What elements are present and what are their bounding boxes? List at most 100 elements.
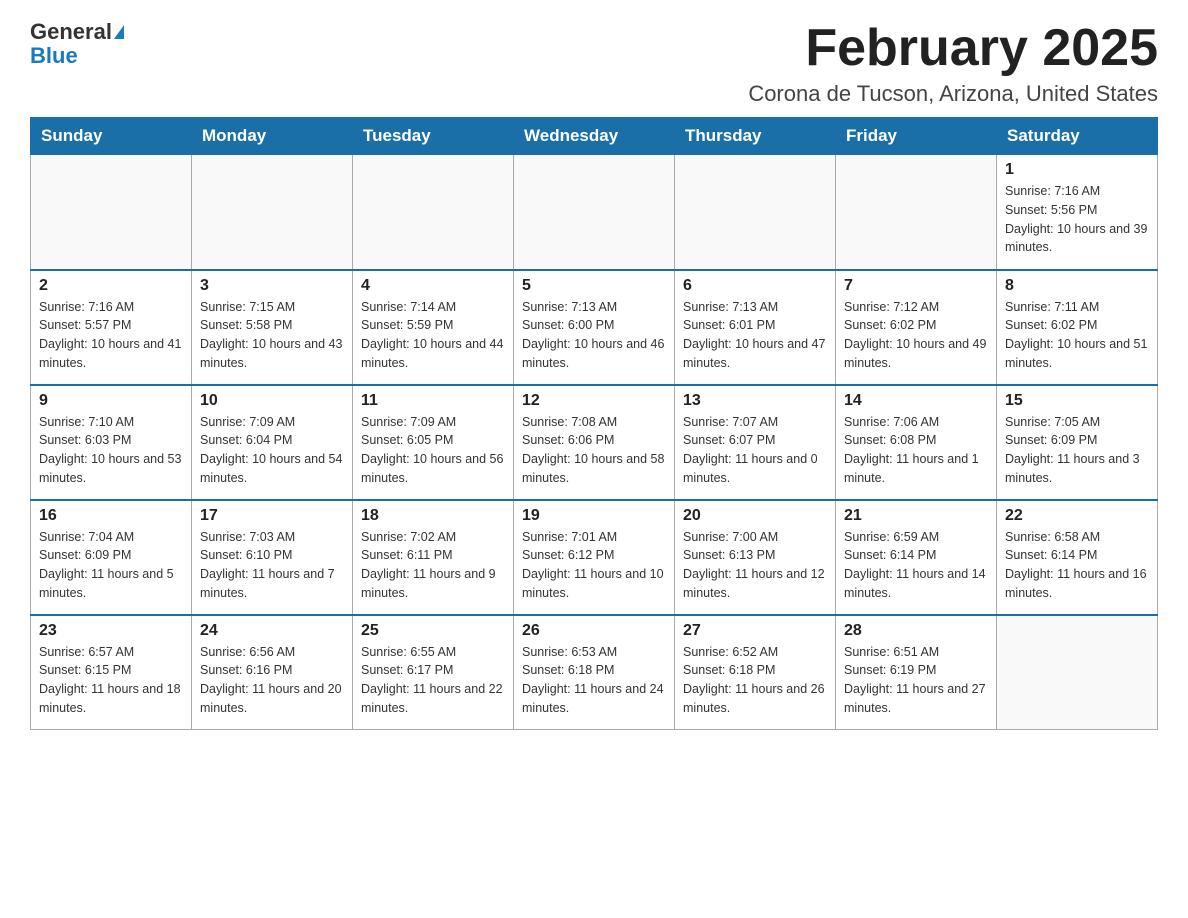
calendar-header-row: SundayMondayTuesdayWednesdayThursdayFrid… — [31, 118, 1158, 155]
calendar-header-monday: Monday — [192, 118, 353, 155]
day-number: 9 — [39, 392, 183, 410]
day-number: 16 — [39, 507, 183, 525]
day-number: 25 — [361, 622, 505, 640]
day-info: Sunrise: 7:10 AM Sunset: 6:03 PM Dayligh… — [39, 413, 183, 488]
calendar-cell: 23 Sunrise: 6:57 AM Sunset: 6:15 PM Dayli… — [31, 615, 192, 730]
day-number: 2 — [39, 277, 183, 295]
day-number: 11 — [361, 392, 505, 410]
calendar-cell: 12 Sunrise: 7:08 AM Sunset: 6:06 PM Dayli… — [514, 385, 675, 500]
calendar-week-row: 23 Sunrise: 6:57 AM Sunset: 6:15 PM Dayli… — [31, 615, 1158, 730]
day-number: 22 — [1005, 507, 1149, 525]
day-number: 28 — [844, 622, 988, 640]
day-number: 3 — [200, 277, 344, 295]
calendar-cell — [514, 155, 675, 270]
day-info: Sunrise: 6:57 AM Sunset: 6:15 PM Dayligh… — [39, 643, 183, 718]
day-number: 14 — [844, 392, 988, 410]
location-text: Corona de Tucson, Arizona, United States — [748, 81, 1158, 107]
day-number: 27 — [683, 622, 827, 640]
calendar-cell — [997, 615, 1158, 730]
calendar-cell — [353, 155, 514, 270]
day-info: Sunrise: 7:12 AM Sunset: 6:02 PM Dayligh… — [844, 298, 988, 373]
day-number: 20 — [683, 507, 827, 525]
calendar-cell: 9 Sunrise: 7:10 AM Sunset: 6:03 PM Daylig… — [31, 385, 192, 500]
day-number: 23 — [39, 622, 183, 640]
calendar-cell: 11 Sunrise: 7:09 AM Sunset: 6:05 PM Dayli… — [353, 385, 514, 500]
calendar-cell: 3 Sunrise: 7:15 AM Sunset: 5:58 PM Daylig… — [192, 270, 353, 385]
calendar-table: SundayMondayTuesdayWednesdayThursdayFrid… — [30, 117, 1158, 730]
day-number: 17 — [200, 507, 344, 525]
day-info: Sunrise: 7:15 AM Sunset: 5:58 PM Dayligh… — [200, 298, 344, 373]
day-number: 24 — [200, 622, 344, 640]
calendar-header-wednesday: Wednesday — [514, 118, 675, 155]
day-number: 1 — [1005, 161, 1149, 179]
day-info: Sunrise: 7:03 AM Sunset: 6:10 PM Dayligh… — [200, 528, 344, 603]
calendar-cell: 2 Sunrise: 7:16 AM Sunset: 5:57 PM Daylig… — [31, 270, 192, 385]
day-number: 12 — [522, 392, 666, 410]
calendar-cell: 19 Sunrise: 7:01 AM Sunset: 6:12 PM Dayli… — [514, 500, 675, 615]
day-info: Sunrise: 7:09 AM Sunset: 6:05 PM Dayligh… — [361, 413, 505, 488]
calendar-header-tuesday: Tuesday — [353, 118, 514, 155]
day-info: Sunrise: 7:05 AM Sunset: 6:09 PM Dayligh… — [1005, 413, 1149, 488]
day-info: Sunrise: 7:04 AM Sunset: 6:09 PM Dayligh… — [39, 528, 183, 603]
title-section: February 2025 Corona de Tucson, Arizona,… — [748, 20, 1158, 107]
day-number: 18 — [361, 507, 505, 525]
day-info: Sunrise: 7:14 AM Sunset: 5:59 PM Dayligh… — [361, 298, 505, 373]
calendar-cell: 26 Sunrise: 6:53 AM Sunset: 6:18 PM Dayli… — [514, 615, 675, 730]
calendar-week-row: 16 Sunrise: 7:04 AM Sunset: 6:09 PM Dayli… — [31, 500, 1158, 615]
day-info: Sunrise: 6:51 AM Sunset: 6:19 PM Dayligh… — [844, 643, 988, 718]
calendar-cell: 6Sunrise: 7:13 AM Sunset: 6:01 PM Daylig… — [675, 270, 836, 385]
day-info: Sunrise: 7:06 AM Sunset: 6:08 PM Dayligh… — [844, 413, 988, 488]
day-info: Sunrise: 7:00 AM Sunset: 6:13 PM Dayligh… — [683, 528, 827, 603]
logo-triangle-icon — [114, 25, 124, 39]
calendar-cell: 28 Sunrise: 6:51 AM Sunset: 6:19 PM Dayli… — [836, 615, 997, 730]
day-number: 10 — [200, 392, 344, 410]
calendar-week-row: 1 Sunrise: 7:16 AM Sunset: 5:56 PM Daylig… — [31, 155, 1158, 270]
logo-general-text: General — [30, 20, 112, 44]
day-info: Sunrise: 7:08 AM Sunset: 6:06 PM Dayligh… — [522, 413, 666, 488]
calendar-cell: 8 Sunrise: 7:11 AM Sunset: 6:02 PM Daylig… — [997, 270, 1158, 385]
calendar-cell: 25 Sunrise: 6:55 AM Sunset: 6:17 PM Dayli… — [353, 615, 514, 730]
day-info: Sunrise: 7:07 AM Sunset: 6:07 PM Dayligh… — [683, 413, 827, 488]
day-info: Sunrise: 6:58 AM Sunset: 6:14 PM Dayligh… — [1005, 528, 1149, 603]
day-number: 4 — [361, 277, 505, 295]
day-number: 26 — [522, 622, 666, 640]
day-number: 6 — [683, 277, 827, 295]
day-info: Sunrise: 6:56 AM Sunset: 6:16 PM Dayligh… — [200, 643, 344, 718]
calendar-cell: 24 Sunrise: 6:56 AM Sunset: 6:16 PM Dayli… — [192, 615, 353, 730]
logo-blue-text: Blue — [30, 43, 78, 68]
calendar-cell: 18 Sunrise: 7:02 AM Sunset: 6:11 PM Dayli… — [353, 500, 514, 615]
calendar-header-friday: Friday — [836, 118, 997, 155]
day-number: 8 — [1005, 277, 1149, 295]
calendar-cell: 15 Sunrise: 7:05 AM Sunset: 6:09 PM Dayli… — [997, 385, 1158, 500]
day-info: Sunrise: 7:02 AM Sunset: 6:11 PM Dayligh… — [361, 528, 505, 603]
day-info: Sunrise: 7:09 AM Sunset: 6:04 PM Dayligh… — [200, 413, 344, 488]
calendar-cell — [31, 155, 192, 270]
day-info: Sunrise: 7:11 AM Sunset: 6:02 PM Dayligh… — [1005, 298, 1149, 373]
calendar-cell: 10 Sunrise: 7:09 AM Sunset: 6:04 PM Dayli… — [192, 385, 353, 500]
logo: General Blue — [30, 20, 124, 68]
day-info: Sunrise: 7:16 AM Sunset: 5:57 PM Dayligh… — [39, 298, 183, 373]
day-number: 5 — [522, 277, 666, 295]
day-number: 21 — [844, 507, 988, 525]
day-info: Sunrise: 6:55 AM Sunset: 6:17 PM Dayligh… — [361, 643, 505, 718]
calendar-cell: 20 Sunrise: 7:00 AM Sunset: 6:13 PM Dayli… — [675, 500, 836, 615]
day-info: Sunrise: 6:53 AM Sunset: 6:18 PM Dayligh… — [522, 643, 666, 718]
calendar-cell — [192, 155, 353, 270]
calendar-header-saturday: Saturday — [997, 118, 1158, 155]
calendar-week-row: 2 Sunrise: 7:16 AM Sunset: 5:57 PM Daylig… — [31, 270, 1158, 385]
day-info: Sunrise: 6:59 AM Sunset: 6:14 PM Dayligh… — [844, 528, 988, 603]
day-info: Sunrise: 6:52 AM Sunset: 6:18 PM Dayligh… — [683, 643, 827, 718]
calendar-cell: 21 Sunrise: 6:59 AM Sunset: 6:14 PM Dayli… — [836, 500, 997, 615]
day-number: 19 — [522, 507, 666, 525]
calendar-cell: 4 Sunrise: 7:14 AM Sunset: 5:59 PM Daylig… — [353, 270, 514, 385]
day-info: Sunrise: 7:13 AM Sunset: 6:00 PM Dayligh… — [522, 298, 666, 373]
calendar-cell: 7Sunrise: 7:12 AM Sunset: 6:02 PM Daylig… — [836, 270, 997, 385]
day-info: Sunrise: 7:16 AM Sunset: 5:56 PM Dayligh… — [1005, 182, 1149, 257]
month-title: February 2025 — [748, 20, 1158, 77]
calendar-week-row: 9 Sunrise: 7:10 AM Sunset: 6:03 PM Daylig… — [31, 385, 1158, 500]
day-info: Sunrise: 7:01 AM Sunset: 6:12 PM Dayligh… — [522, 528, 666, 603]
day-number: 15 — [1005, 392, 1149, 410]
calendar-cell: 13Sunrise: 7:07 AM Sunset: 6:07 PM Dayli… — [675, 385, 836, 500]
calendar-cell: 5 Sunrise: 7:13 AM Sunset: 6:00 PM Daylig… — [514, 270, 675, 385]
page-header: General Blue February 2025 Corona de Tuc… — [30, 20, 1158, 107]
